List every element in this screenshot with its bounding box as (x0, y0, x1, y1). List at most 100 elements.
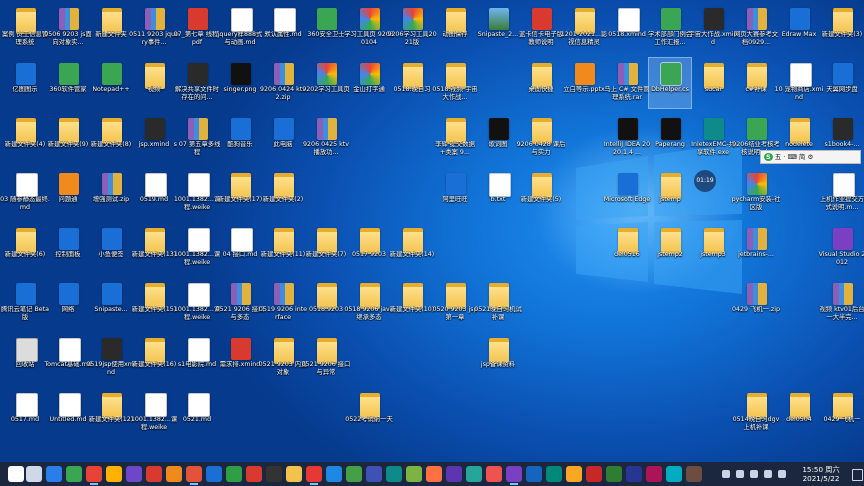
desktop-icon[interactable]: 新建文件夹(15) (132, 278, 176, 328)
desktop-icon[interactable]: 增强测试.zip (90, 168, 132, 218)
desktop-icon[interactable]: 需求排.xmind (219, 333, 261, 383)
desktop-icon[interactable]: 新建文件夹(13) (132, 223, 176, 273)
desktop-icon[interactable]: 新建文件夹(9) (47, 113, 89, 163)
taskbar-app-26-icon[interactable] (546, 466, 562, 482)
desktop-icon[interactable]: 视频 ktv01后台一大半完... (819, 278, 864, 328)
desktop-icon[interactable]: 网页大赛参考文档0929... (734, 3, 778, 53)
taskbar-app-6-icon[interactable] (146, 466, 162, 482)
desktop-icon[interactable]: 0514晚自习dgv上机补课 (733, 388, 779, 438)
desktop-icon[interactable]: 9206 0424 ktv2.zip (260, 58, 306, 108)
desktop-icon[interactable]: 0521 9206 接口与异常 (302, 333, 350, 383)
desktop-icon[interactable]: 1001.1382...课程.weike (174, 278, 220, 328)
taskbar-app-14-icon[interactable] (306, 466, 322, 485)
desktop-icon[interactable]: 学术部部门例会工作汇报... (648, 3, 692, 53)
desktop-icon[interactable]: 阿里旺旺 (434, 168, 476, 218)
taskbar-app-8-icon[interactable] (186, 466, 202, 485)
desktop-icon[interactable]: InletexEMC-共享软件.exe (691, 113, 735, 163)
desktop-icon[interactable]: 9206学习工具2021版 (387, 3, 437, 53)
desktop-icon[interactable]: 0517 9203 (348, 223, 390, 273)
desktop-icon[interactable]: sucai (692, 58, 734, 108)
desktop-icon[interactable]: 新建文件夹(14) (390, 223, 434, 273)
tray-network-icon[interactable] (736, 470, 744, 478)
desktop-icon[interactable]: jstemp (649, 168, 691, 218)
taskbar-app-31-icon[interactable] (646, 466, 662, 482)
desktop-icon[interactable]: 腾讯云笔记 Beta版 (1, 278, 49, 328)
desktop-icon[interactable]: 0518.晚自习 (391, 58, 433, 108)
desktop-icon[interactable]: Tomcat基础.md (44, 333, 92, 383)
desktop-icon[interactable]: 案例 员工信息管理系统 (2, 3, 48, 53)
desktop-icon[interactable]: 0511 9203 jquery事件... (129, 3, 179, 53)
desktop-icon[interactable]: Snipaste_2... (477, 3, 519, 53)
desktop-icon[interactable]: 0506 9203 js面向对象实... (44, 3, 92, 53)
desktop-icon[interactable]: 0519jsp使用xmind (86, 333, 136, 383)
desktop-icon[interactable]: c#补课 (735, 58, 777, 108)
taskbar-app-27-icon[interactable] (566, 466, 582, 482)
taskbar-app-21-icon[interactable] (446, 466, 462, 482)
desktop-icon[interactable]: 网络 (47, 278, 89, 328)
desktop-icon[interactable]: 歌词图 (477, 113, 519, 163)
desktop-icon[interactable]: 立白等示.pptx (563, 58, 605, 108)
taskbar-app-24-icon[interactable] (506, 466, 522, 485)
desktop-icon[interactable]: 视频 (133, 58, 175, 108)
desktop-icon[interactable]: jquery样888式与动画.md (218, 3, 262, 53)
desktop-icon[interactable]: 03 随参静态最终.md (0, 168, 50, 218)
taskbar-app-23-icon[interactable] (486, 466, 502, 482)
taskbar-app-12-icon[interactable] (266, 466, 282, 482)
desktop-icon[interactable]: 新建文件夹(8) (90, 113, 132, 163)
desktop-icon[interactable]: 新建文件夹 (90, 3, 132, 53)
desktop-icon[interactable]: 9206 0428 课后与实力 (517, 113, 565, 163)
desktop-icon[interactable]: 新建文件夹(3) (821, 3, 863, 53)
taskbar-app-25-icon[interactable] (526, 466, 542, 482)
desktop-icon[interactable]: 1001.1382...课程.weike (174, 168, 220, 218)
desktop[interactable]: 案例 员工信息管理系统 0506 9203 js面向对象实... 新建文件夹 0511… (0, 0, 864, 462)
desktop-icon[interactable]: 酷狗音乐 (219, 113, 261, 163)
desktop-icon[interactable]: 回收站 (4, 333, 46, 383)
desktop-icon[interactable]: 新建文件夹(5) (520, 168, 562, 218)
taskbar-app-5-icon[interactable] (126, 466, 142, 482)
tray-volume-icon[interactable] (750, 470, 758, 478)
desktop-icon[interactable]: IntelliJ IDEA 2020.1.4 ... (604, 113, 650, 163)
taskbar-app-4-icon[interactable] (106, 466, 122, 482)
desktop-icon[interactable]: 0517.md (4, 388, 46, 438)
desktop-icon[interactable]: 解决共享文件时存在的问... (175, 58, 219, 108)
taskbar-app-2-icon[interactable] (66, 466, 82, 482)
taskbar-app-28-icon[interactable] (586, 466, 602, 482)
desktop-icon[interactable]: Visual Studio 2012 (819, 223, 864, 273)
desktop-icon[interactable]: s 07 第五章多线程 (174, 113, 220, 163)
tray-ime-icon[interactable] (764, 470, 772, 478)
desktop-icon[interactable]: 0520 9203 jsp第一章 (432, 278, 478, 328)
taskbar-app-1-icon[interactable] (46, 466, 62, 482)
desktop-icon[interactable]: 金山打字通 (348, 58, 390, 108)
taskbar-start-button-icon[interactable] (8, 466, 24, 482)
taskbar-app-22-icon[interactable] (466, 466, 482, 482)
desktop-icon[interactable]: 1201-2021...影视信息精灵 (561, 3, 607, 53)
desktop-icon[interactable]: 0518.视频 宇宙大作战... (432, 58, 478, 108)
taskbar-app-16-icon[interactable] (346, 466, 362, 482)
desktop-icon[interactable]: jstemp2 (649, 223, 691, 273)
desktop-icon[interactable]: 新建文件夹(12) (89, 388, 133, 438)
tray-battery-icon[interactable] (778, 470, 786, 478)
taskbar-app-30-icon[interactable] (626, 466, 642, 482)
desktop-icon[interactable]: 桌面快捷 (520, 58, 562, 108)
taskbar-app-9-icon[interactable] (206, 466, 222, 482)
desktop-icon[interactable]: Edraw Max (778, 3, 820, 53)
desktop-icon[interactable]: 0518 9206 java继承多态 (344, 278, 394, 328)
desktop-icon[interactable]: 360软件管家 (47, 58, 89, 108)
desktop-icon[interactable]: jsp备课资料 (477, 333, 519, 383)
desktop-icon[interactable]: 新建文件夹(4) (4, 113, 46, 163)
desktop-icon[interactable]: jetbrains-... (735, 223, 777, 273)
tray-chevron-icon[interactable] (722, 470, 730, 478)
taskbar-chrome-icon[interactable] (86, 466, 102, 485)
desktop-icon[interactable]: 0521 9203 内置对象 (259, 333, 307, 383)
desktop-icon[interactable]: 新建文件夹(6) (4, 223, 46, 273)
desktop-icon[interactable]: 宇宙大作战.xmind (688, 3, 738, 53)
desktop-icon[interactable]: 问题通 (47, 168, 89, 218)
desktop-icon[interactable]: singer.png (219, 58, 261, 108)
desktop-icon[interactable]: del0504 (778, 388, 820, 438)
desktop-icon[interactable]: 9202学习工具页 (302, 58, 350, 108)
desktop-icon[interactable]: 0429 飞机一.zip (732, 278, 780, 328)
desktop-icon[interactable]: 学习工具页 9203 0104 (344, 3, 394, 53)
desktop-icon[interactable]: 此电脑 (262, 113, 304, 163)
desktop-icon[interactable]: 新建文件夹(16) (132, 333, 176, 383)
desktop-icon[interactable]: 小鱼便签 (90, 223, 132, 273)
